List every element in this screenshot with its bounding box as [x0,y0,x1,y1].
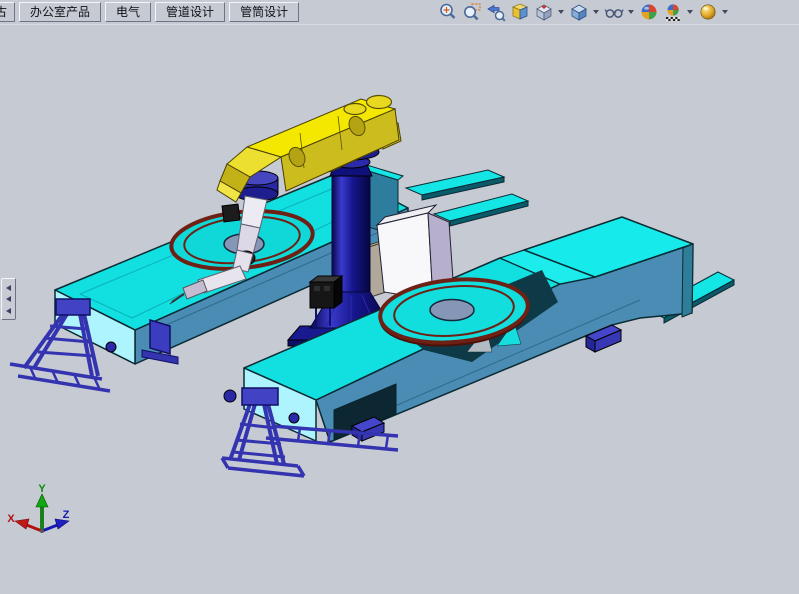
view-settings-button[interactable] [696,2,719,23]
previous-view-button[interactable] [484,2,507,23]
zoom-to-area-icon [462,2,482,22]
triad-x-label: X [7,513,15,525]
beam-pivot-pin[interactable] [224,390,236,402]
tab-tubing-design[interactable]: 管筒设计 [229,2,299,22]
section-view-icon [510,2,530,22]
panel-expand-button[interactable] [1,278,16,320]
graphics-viewport[interactable]: Y X Z [0,24,799,589]
tab-electrical[interactable]: 电气 [105,2,151,22]
command-manager-tab-bar: 古 办公室产品 电气 管道设计 管筒设计 [0,0,799,25]
apply-scene-button[interactable] [661,2,684,23]
heads-up-view-toolbar [436,1,730,23]
chevron-left-icon [6,285,11,291]
previous-view-icon [486,2,506,22]
hide-show-items-icon [604,2,624,22]
view-orientation-dropdown[interactable] [558,10,564,14]
apply-scene-icon [663,2,683,22]
hide-show-items-dropdown[interactable] [628,10,634,14]
edit-appearance-icon [639,2,659,22]
beam-pivot-pin[interactable] [106,342,116,352]
chevron-left-icon [6,296,11,302]
tab-office-products[interactable]: 办公室产品 [19,2,101,22]
apply-scene-dropdown[interactable] [687,10,693,14]
zoom-to-fit-icon [438,2,458,22]
view-orientation-icon [534,2,554,22]
zoom-to-area-button[interactable] [460,2,483,23]
display-style-dropdown[interactable] [593,10,599,14]
chevron-left-icon [6,308,11,314]
view-settings-icon [698,2,718,22]
section-view-button[interactable] [508,2,531,23]
beam-pivot-pin[interactable] [289,413,299,423]
triad-y-label: Y [38,483,46,495]
edit-appearance-button[interactable] [637,2,660,23]
display-style-icon [569,2,589,22]
hide-show-items-button[interactable] [602,2,625,23]
view-settings-dropdown[interactable] [722,10,728,14]
display-style-button[interactable] [567,2,590,23]
view-orientation-button[interactable] [532,2,555,23]
zoom-to-fit-button[interactable] [436,2,459,23]
tab-partial[interactable]: 古 [0,2,15,22]
tab-piping-design[interactable]: 管道设计 [155,2,225,22]
triad-z-label: Z [63,509,70,521]
